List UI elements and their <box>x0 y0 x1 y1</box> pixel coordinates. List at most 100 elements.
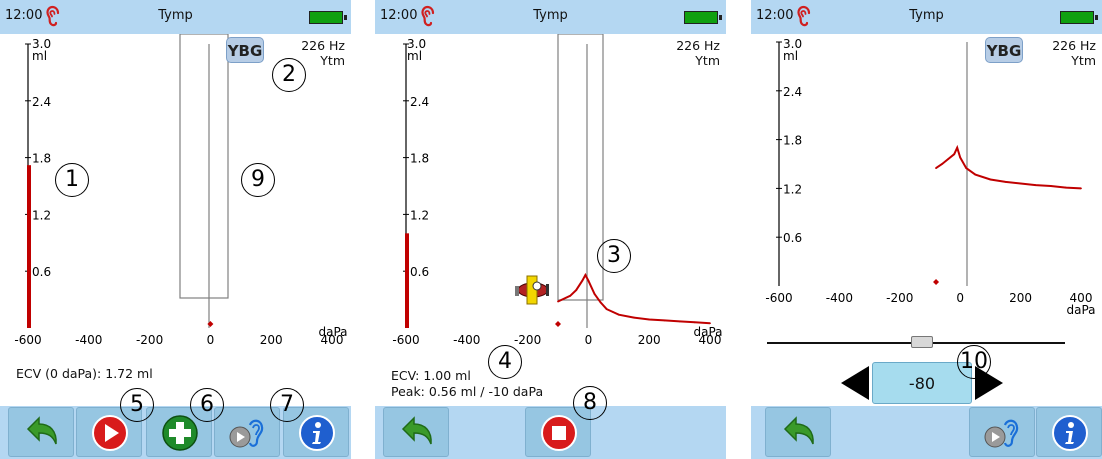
y-tick-label: 1.8 <box>783 134 802 148</box>
curve-point <box>1065 186 1067 189</box>
callout-marker: 3 <box>597 239 631 273</box>
info-icon <box>1052 415 1088 451</box>
back-arrow-icon <box>401 416 432 445</box>
ear-play-icon <box>984 419 1019 448</box>
x-axis-unit: daPa <box>1066 303 1095 317</box>
status-title: Tymp <box>533 8 568 23</box>
curve-point <box>709 322 711 325</box>
y-axis-unit: ml <box>407 49 422 63</box>
y-axis-unit: ml <box>32 49 47 63</box>
curve-point <box>584 274 587 276</box>
ear-play-button[interactable] <box>214 407 280 457</box>
x-tick-label: 400 <box>699 333 722 347</box>
status-title: Tymp <box>158 8 193 23</box>
x-tick-label: 0 <box>956 291 964 305</box>
probe-frequency: 226 Hz <box>1052 38 1096 53</box>
tympanogram-graph: 3.0 ml daPa 2.41.81.20.6-600 -400 -200 0 200… <box>765 37 1095 317</box>
toolbar <box>375 406 726 459</box>
x-tick-label: 0 <box>585 333 593 347</box>
curve-point <box>557 300 559 303</box>
curve-point <box>587 279 590 282</box>
x-tick-label: -200 <box>886 291 913 305</box>
y-tick-label: 1.2 <box>32 208 51 222</box>
probe-frequency: 226 Hz <box>301 38 345 53</box>
x-tick-label: -600 <box>392 333 419 347</box>
back-button[interactable] <box>383 407 449 457</box>
callout-marker: 6 <box>190 388 224 422</box>
tympanogram-curve <box>557 272 711 325</box>
curve-point <box>1004 180 1007 183</box>
y-tick-label: 0.6 <box>783 231 802 245</box>
x-tick-label: 200 <box>1009 291 1032 305</box>
stop-icon <box>541 415 577 451</box>
curve-point <box>989 178 992 181</box>
peak-readout: Peak: 0.56 ml / -10 daPa <box>391 384 544 399</box>
curve-point <box>965 167 968 169</box>
curve-point <box>678 320 681 323</box>
status-title: Tymp <box>909 8 944 23</box>
curve-point <box>1034 184 1037 187</box>
decrease-arrow-button[interactable] <box>841 366 869 400</box>
status-bar: 12:00 Tymp <box>375 0 726 34</box>
x-tick-label: -600 <box>765 291 792 305</box>
ecv-readout: ECV (0 daPa): 1.72 ml <box>16 366 153 381</box>
curve-point <box>593 293 596 295</box>
pressure-window <box>179 34 229 299</box>
curve-point <box>974 173 977 176</box>
measure-mode: Ytm <box>1071 53 1096 68</box>
screen-result: 12:00 Tymp 3.0 ml daPa 2.4 1.8 1.2 0.6 -600-… <box>751 0 1102 459</box>
x-tick-label: -200 <box>514 333 541 347</box>
y-tick-label: 2.4 <box>783 85 802 99</box>
back-arrow-icon <box>26 416 57 445</box>
ybg-button[interactable]: YBG <box>985 37 1023 63</box>
curve-point <box>1049 185 1052 187</box>
probe-tone-info: 226 Hz Ytm <box>676 38 720 68</box>
curve-point <box>569 294 572 297</box>
battery-icon <box>684 11 722 24</box>
info-button[interactable] <box>1036 407 1102 457</box>
curve-point <box>959 156 962 159</box>
callout-marker: 2 <box>272 58 306 92</box>
ybg-button[interactable]: YBG <box>226 37 264 63</box>
curve-point <box>581 279 584 282</box>
callout-marker: 9 <box>241 163 275 197</box>
y-tick-label: 1.2 <box>783 182 802 196</box>
x-tick-label: 200 <box>638 333 661 347</box>
curve-point <box>956 146 959 149</box>
pressure-marker <box>555 321 561 327</box>
curve-point <box>575 289 578 292</box>
x-tick-label: 200 <box>260 333 283 347</box>
x-tick-label: -400 <box>75 333 102 347</box>
y-tick-label: 1.2 <box>410 208 429 222</box>
pressure-slider-thumb[interactable] <box>911 336 933 348</box>
ear-play-icon <box>229 419 264 448</box>
curve-point <box>693 321 696 324</box>
y-tick-label: 2.4 <box>410 95 429 109</box>
x-tick-label: -400 <box>453 333 480 347</box>
compliance-bar <box>405 233 409 328</box>
battery-icon <box>309 11 347 24</box>
curve-point <box>599 301 602 304</box>
curve-point <box>935 167 937 169</box>
callout-marker: 4 <box>488 345 522 379</box>
curve-point <box>1019 182 1022 185</box>
pressure-window <box>557 34 604 301</box>
back-arrow-icon <box>783 416 814 445</box>
pressure-marker <box>933 279 940 285</box>
play-icon <box>92 415 128 451</box>
callout-marker: 1 <box>55 163 89 197</box>
curve-point <box>941 163 943 165</box>
y-axis-unit: ml <box>783 49 798 63</box>
back-button[interactable] <box>765 407 831 457</box>
battery-icon <box>1060 11 1098 24</box>
y-tick-label: 1.8 <box>32 152 51 166</box>
callout-marker: 8 <box>573 386 607 420</box>
curve-point <box>648 318 651 321</box>
back-button[interactable] <box>8 407 74 457</box>
toolbar <box>751 406 1102 459</box>
callout-marker: 5 <box>120 388 154 422</box>
add-icon <box>162 415 198 451</box>
ear-play-button[interactable] <box>969 407 1035 457</box>
x-tick-label: -600 <box>14 333 41 347</box>
curve-point <box>611 311 614 313</box>
